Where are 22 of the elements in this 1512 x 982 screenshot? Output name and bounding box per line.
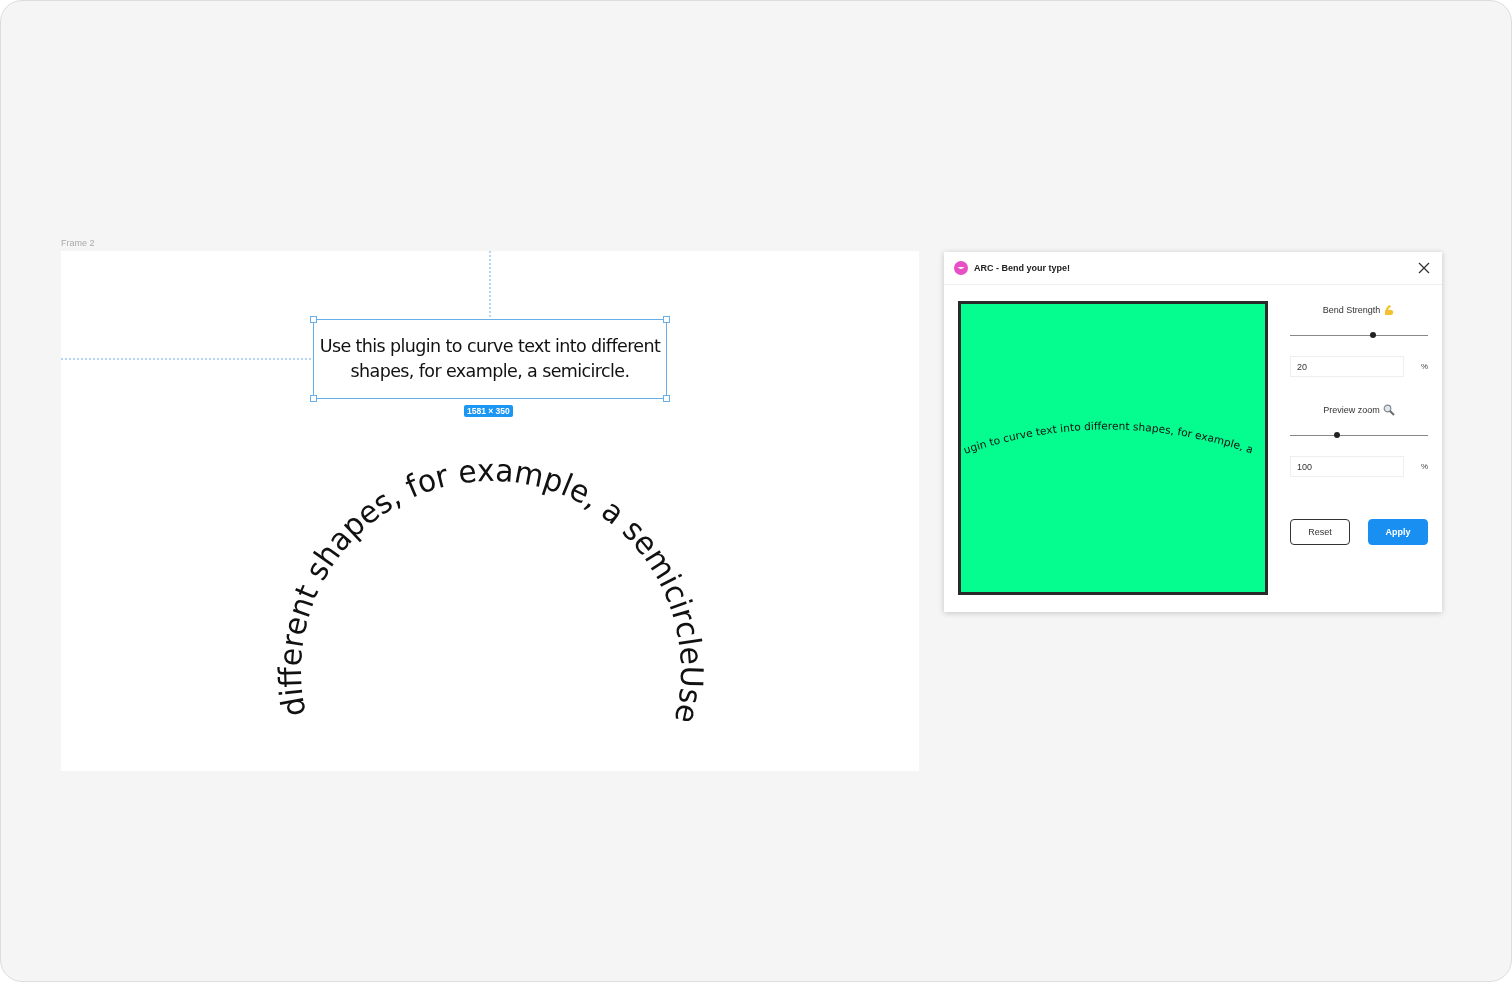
guide-line (489, 251, 491, 320)
logo-icon (954, 261, 968, 275)
slider-thumb[interactable] (1333, 432, 1340, 438)
close-icon[interactable] (1418, 262, 1430, 274)
search-icon (1382, 404, 1395, 416)
flexed-arm-icon (1383, 304, 1396, 316)
text-box[interactable]: Use this plugin to curve text into different shapes, for example, a semicircle. (313, 319, 667, 399)
control-label: Bend Strength (1322, 305, 1381, 315)
unit-label: % (1420, 362, 1428, 371)
unit-label: % (1420, 462, 1428, 471)
resize-handle[interactable] (310, 316, 317, 323)
slider-thumb[interactable] (1369, 332, 1376, 338)
size-badge: 1581 × 350 (464, 405, 513, 417)
value-field[interactable]: 20 (1290, 356, 1404, 377)
resize-handle[interactable] (663, 395, 670, 402)
text-layer: Use this plugin to curve text into different shapes, for example, a semicircle. (318, 335, 662, 383)
control-label: Preview zoom (1323, 405, 1380, 415)
value-field[interactable]: 100 (1290, 456, 1404, 477)
resize-handle[interactable] (310, 395, 317, 402)
resize-handle[interactable] (663, 316, 670, 323)
window-title: ARC - Bend your type! (974, 263, 1071, 273)
reset-button[interactable]: Reset (1290, 519, 1350, 545)
